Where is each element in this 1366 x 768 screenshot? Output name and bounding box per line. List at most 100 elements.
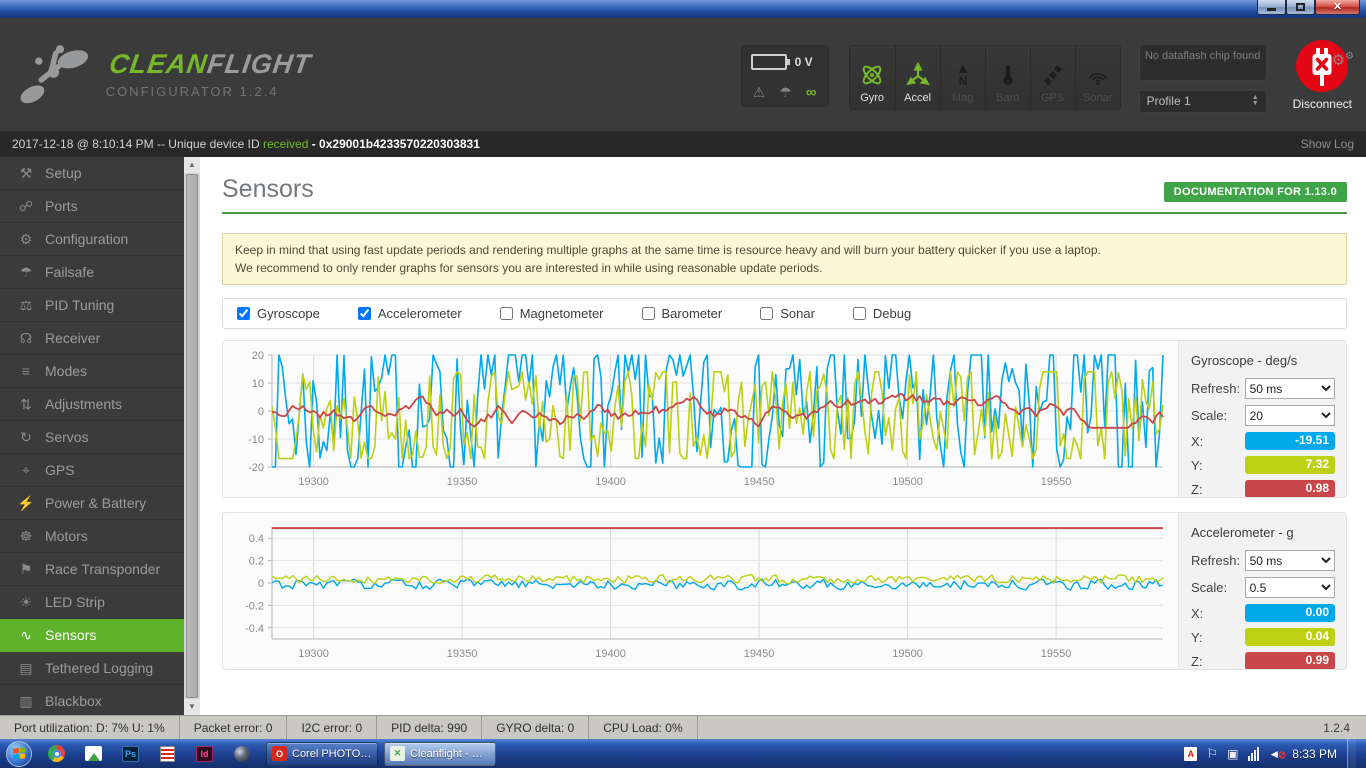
svg-text:19400: 19400: [595, 648, 626, 660]
volume-muted-icon[interactable]: ◄ ⊘: [1268, 747, 1286, 761]
sidebar-item-failsafe[interactable]: ☂ Failsafe: [0, 256, 184, 289]
app-header: CLEANFLIGHT CONFIGURATOR 1.2.4 0 V ⚠ ☂ ∞: [0, 18, 1366, 131]
resource-note: Keep in mind that using fast update peri…: [222, 233, 1347, 285]
accelerometer-chart: 19300 19350 19400 19450 19500 19550 0.4 0.2 0 -0.…: [223, 513, 1178, 669]
sidebar-item-receiver[interactable]: ☊ Receiver: [0, 322, 184, 355]
sidebar-item-sensors[interactable]: ∿ Sensors: [0, 619, 184, 652]
accel-x-value-badge: 0.00: [1244, 604, 1335, 622]
failsafe-icon: ☂: [779, 84, 792, 100]
sidebar-item-power-battery[interactable]: ⚡ Power & Battery: [0, 487, 184, 520]
battery-voltage: 0 V: [794, 54, 813, 69]
close-button[interactable]: ✕: [1315, 0, 1360, 15]
sidebar-item-adjustments[interactable]: ⇅ Adjustments: [0, 388, 184, 421]
camera-icon: [233, 745, 250, 762]
taskbar-button-cleanflight[interactable]: ✕ Cleanflight - Config...: [384, 741, 496, 766]
magnetometer-checkbox[interactable]: [499, 307, 513, 320]
gyroscope-checkbox[interactable]: [237, 307, 250, 320]
updates-tray-icon[interactable]: ▣: [1227, 747, 1238, 761]
adobe-tray-icon[interactable]: A: [1184, 746, 1198, 761]
accel-refresh-select[interactable]: 50 ms: [1244, 550, 1335, 571]
show-log-button[interactable]: Show Log: [1301, 137, 1354, 151]
accelerometer-graph-block: 19300 19350 19400 19450 19500 19550 0.4 0.2 0 -0.…: [222, 512, 1347, 670]
sidebar-item-setup[interactable]: ⚒ Setup: [0, 157, 184, 190]
sensor-status-sonar: Sonar: [1074, 45, 1120, 109]
indesign-taskbar-icon[interactable]: Id: [186, 739, 223, 768]
sidebar-item-race-transponder[interactable]: ⚑ Race Transponder: [0, 553, 184, 586]
parachute-icon: ☂: [19, 263, 33, 280]
svg-text:-20: -20: [248, 462, 264, 474]
window-titlebar: ✕: [0, 0, 1366, 18]
checkbox-gyroscope[interactable]: Gyroscope: [237, 306, 320, 321]
gear-icon: ⚙: [19, 230, 33, 247]
gyro-scale-select[interactable]: 20: [1244, 405, 1335, 426]
minimize-icon: [1267, 8, 1276, 11]
action-center-flag-icon[interactable]: ⚐: [1206, 746, 1218, 761]
scroll-up-icon[interactable]: ▲: [184, 157, 200, 173]
sidebar-item-gps[interactable]: ⌖ GPS: [0, 454, 184, 487]
photoshop-taskbar-icon[interactable]: Ps: [112, 739, 149, 768]
dataflash-status-button[interactable]: No dataflash chip found: [1138, 43, 1267, 81]
barometer-checkbox[interactable]: [641, 307, 655, 320]
sidebar-item-motors[interactable]: ☸ Motors: [0, 520, 184, 553]
svg-text:19300: 19300: [298, 476, 329, 488]
sidebar-item-ports[interactable]: ☍ Ports: [0, 190, 184, 223]
accel-scale-select[interactable]: 0.5: [1244, 577, 1335, 598]
taskbar-clock[interactable]: 8:33 PM: [1292, 747, 1337, 761]
sonar-checkbox[interactable]: [760, 307, 774, 320]
sidebar-item-blackbox[interactable]: ▥ Blackbox: [0, 685, 184, 715]
maximize-button[interactable]: [1286, 0, 1315, 15]
checkbox-accelerometer[interactable]: Accelerometer: [357, 306, 462, 321]
logging-icon: ▤: [19, 659, 33, 676]
blackbox-icon: ▥: [19, 692, 33, 709]
gyro-y-value-badge: 7.32: [1244, 456, 1335, 474]
accelerometer-panel: Accelerometer - g Refresh: 50 ms Scale: …: [1178, 513, 1346, 669]
scrollbar-thumb[interactable]: [186, 174, 198, 698]
svg-text:19400: 19400: [595, 476, 626, 488]
network-signal-icon[interactable]: [1247, 746, 1260, 761]
accel-y-value-badge: 0.04: [1244, 628, 1335, 646]
gyro-icon: [862, 65, 882, 84]
sidebar-item-modes[interactable]: ≡ Modes: [0, 355, 184, 388]
photo-viewer-taskbar-icon[interactable]: [75, 739, 112, 768]
logo-subtitle: CONFIGURATOR 1.2.4: [105, 83, 279, 99]
cleanflight-taskbar-icon: ✕: [390, 746, 405, 761]
sidebar-item-tethered-logging[interactable]: ▤ Tethered Logging: [0, 652, 184, 685]
start-button[interactable]: [0, 739, 38, 768]
camera-app-taskbar-icon[interactable]: [223, 739, 260, 768]
sensor-status-gps: GPS: [1029, 45, 1075, 109]
sensor-status-accel: Accel: [894, 45, 940, 109]
svg-text:19550: 19550: [1041, 648, 1072, 660]
gyroscope-panel: Gyroscope - deg/s Refresh: 50 ms Scale: …: [1178, 341, 1346, 497]
profile-select[interactable]: Profile 1 ▲ ▼: [1138, 89, 1267, 113]
sidebar-item-servos[interactable]: ↻ Servos: [0, 421, 184, 454]
sidebar-item-configuration[interactable]: ⚙ Configuration: [0, 223, 184, 256]
windows-taskbar: Ps Id O Corel PHOTO-PAINT... ✕ Cleanflig…: [0, 739, 1366, 768]
checkbox-debug[interactable]: Debug: [852, 306, 911, 321]
chrome-taskbar-icon[interactable]: [38, 739, 75, 768]
checkbox-sonar[interactable]: Sonar: [760, 306, 815, 321]
accelerometer-checkbox[interactable]: [357, 307, 371, 320]
satellite-icon: ⌖: [22, 461, 30, 478]
settings-gears-icon[interactable]: ⚙⚙: [1332, 51, 1354, 69]
gyro-refresh-select[interactable]: 50 ms: [1244, 378, 1335, 399]
debug-checkbox[interactable]: [852, 307, 866, 320]
sidebar-item-pid-tuning[interactable]: ⚖ PID Tuning: [0, 289, 184, 322]
show-desktop-button[interactable]: [1347, 739, 1356, 768]
minimize-button[interactable]: [1257, 0, 1286, 15]
checkbox-barometer[interactable]: Barometer: [641, 306, 722, 321]
sidebar-item-led-strip[interactable]: ☀ LED Strip: [0, 586, 184, 619]
checkbox-magnetometer[interactable]: Magnetometer: [499, 306, 604, 321]
sensor-status-strip: Gyro Accel N Mag Baro GPS Sonar: [848, 44, 1121, 110]
status-i2c-error: I2C error: 0: [287, 716, 378, 739]
accel-z-value-badge: 0.99: [1244, 652, 1335, 669]
scroll-down-icon[interactable]: ▼: [184, 699, 200, 715]
warning-icon: ⚠: [752, 84, 766, 100]
documentation-button[interactable]: DOCUMENTATION FOR 1.13.0: [1163, 182, 1347, 202]
mag-icon: N: [958, 64, 967, 87]
svg-text:19450: 19450: [744, 648, 775, 660]
save-app-taskbar-icon[interactable]: [149, 739, 186, 768]
close-icon: ✕: [1332, 0, 1343, 13]
gyroscope-chart: 19300 19350 19400 19450 19500 19550 20 10 0 -10 -2…: [223, 341, 1178, 497]
taskbar-button-corel[interactable]: O Corel PHOTO-PAINT...: [266, 741, 378, 766]
sonar-icon: [1088, 72, 1108, 85]
